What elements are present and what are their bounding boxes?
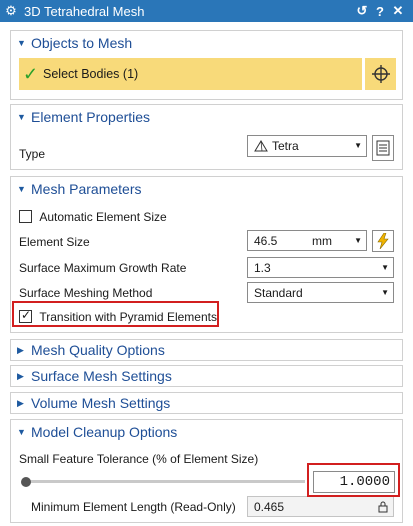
min-length-label: Minimum Element Length (Read-Only): [31, 500, 236, 514]
section-title: Surface Mesh Settings: [31, 368, 172, 384]
min-length-field: 0.465: [247, 496, 394, 517]
expanded-triangle-icon: ▼: [17, 112, 26, 122]
surface-mesh-settings-panel[interactable]: ▶ Surface Mesh Settings: [10, 365, 403, 387]
auto-size-lightning-button[interactable]: [372, 230, 394, 252]
automatic-element-size-label: Automatic Element Size: [39, 209, 167, 224]
growth-rate-dropdown[interactable]: 1.3 ▼: [247, 257, 394, 278]
meshing-method-label: Surface Meshing Method: [19, 286, 153, 300]
chevron-down-icon: ▼: [381, 288, 389, 297]
tolerance-slider-track[interactable]: [25, 480, 305, 483]
volume-mesh-settings-panel[interactable]: ▶ Volume Mesh Settings: [10, 392, 403, 414]
collapsed-triangle-icon: ▶: [17, 397, 24, 408]
growth-rate-value: 1.3: [254, 260, 271, 275]
element-options-button[interactable]: [372, 135, 394, 161]
volume-mesh-settings-header[interactable]: ▶ Volume Mesh Settings: [11, 393, 402, 413]
section-title: Volume Mesh Settings: [31, 395, 171, 411]
window-title: 3D Tetrahedral Mesh: [24, 3, 145, 19]
meshing-method-value: Standard: [254, 285, 303, 300]
tolerance-slider-thumb[interactable]: [21, 477, 31, 487]
crosshair-icon: [371, 65, 390, 83]
meshing-method-dropdown[interactable]: Standard ▼: [247, 282, 394, 303]
help-icon[interactable]: ?: [371, 4, 389, 19]
type-value: Tetra: [272, 139, 299, 153]
objects-to-mesh-header[interactable]: ▼ Objects to Mesh: [11, 31, 402, 55]
tolerance-annotation-outline: [307, 463, 400, 497]
expanded-triangle-icon: ▼: [17, 427, 26, 437]
mesh-parameters-header[interactable]: ▼ Mesh Parameters: [11, 177, 402, 201]
chevron-down-icon: ▼: [354, 141, 362, 150]
expanded-triangle-icon: ▼: [17, 38, 26, 48]
min-length-value: 0.465: [254, 499, 285, 514]
type-dropdown[interactable]: Tetra ▼: [247, 135, 367, 157]
lock-icon: [378, 501, 388, 513]
lightning-icon: [377, 233, 389, 249]
surface-mesh-settings-header[interactable]: ▶ Surface Mesh Settings: [11, 366, 402, 386]
automatic-element-size-row[interactable]: Automatic Element Size: [19, 209, 167, 224]
model-cleanup-header[interactable]: ▼ Model Cleanup Options: [11, 420, 402, 444]
mesh-quality-options-header[interactable]: ▶ Mesh Quality Options: [11, 340, 402, 360]
chevron-down-icon: ▼: [354, 236, 362, 245]
element-size-label: Element Size: [19, 235, 90, 249]
element-size-unit[interactable]: mm: [312, 234, 332, 248]
crosshair-select-button[interactable]: [365, 58, 396, 90]
chevron-down-icon: ▼: [381, 263, 389, 272]
element-properties-header[interactable]: ▼ Element Properties: [11, 105, 402, 129]
expanded-triangle-icon: ▼: [17, 184, 26, 194]
collapsed-triangle-icon: ▶: [17, 344, 24, 355]
title-bar: ⚙ 3D Tetrahedral Mesh ↺ ? ✕: [0, 0, 413, 22]
type-label: Type: [19, 147, 46, 161]
pyramid-annotation-outline: [12, 301, 219, 327]
gear-icon[interactable]: ⚙: [0, 3, 22, 19]
section-title: Objects to Mesh: [31, 35, 133, 51]
collapsed-triangle-icon: ▶: [17, 370, 24, 381]
objects-to-mesh-panel: ▼ Objects to Mesh ✓ Select Bodies (1): [10, 30, 403, 100]
tolerance-label: Small Feature Tolerance (% of Element Si…: [19, 452, 259, 466]
section-title: Mesh Quality Options: [31, 342, 165, 358]
select-bodies-row[interactable]: ✓ Select Bodies (1): [19, 58, 362, 90]
close-icon[interactable]: ✕: [389, 3, 407, 19]
element-size-value: 46.5: [254, 233, 278, 248]
section-title: Element Properties: [31, 109, 151, 125]
list-icon: [376, 140, 390, 156]
select-bodies-label: Select Bodies (1): [43, 67, 139, 81]
element-properties-panel: ▼ Element Properties Type Tetra ▼: [10, 104, 403, 170]
reset-icon[interactable]: ↺: [353, 3, 371, 19]
section-title: Mesh Parameters: [31, 181, 142, 197]
mesh-quality-options-panel[interactable]: ▶ Mesh Quality Options: [10, 339, 403, 361]
element-size-field[interactable]: 46.5 mm ▼: [247, 230, 367, 251]
growth-rate-label: Surface Maximum Growth Rate: [19, 261, 187, 275]
automatic-element-size-checkbox[interactable]: [19, 210, 32, 224]
checkmark-icon: ✓: [23, 63, 39, 84]
section-title: Model Cleanup Options: [31, 424, 178, 440]
tetra-icon: [254, 140, 268, 152]
